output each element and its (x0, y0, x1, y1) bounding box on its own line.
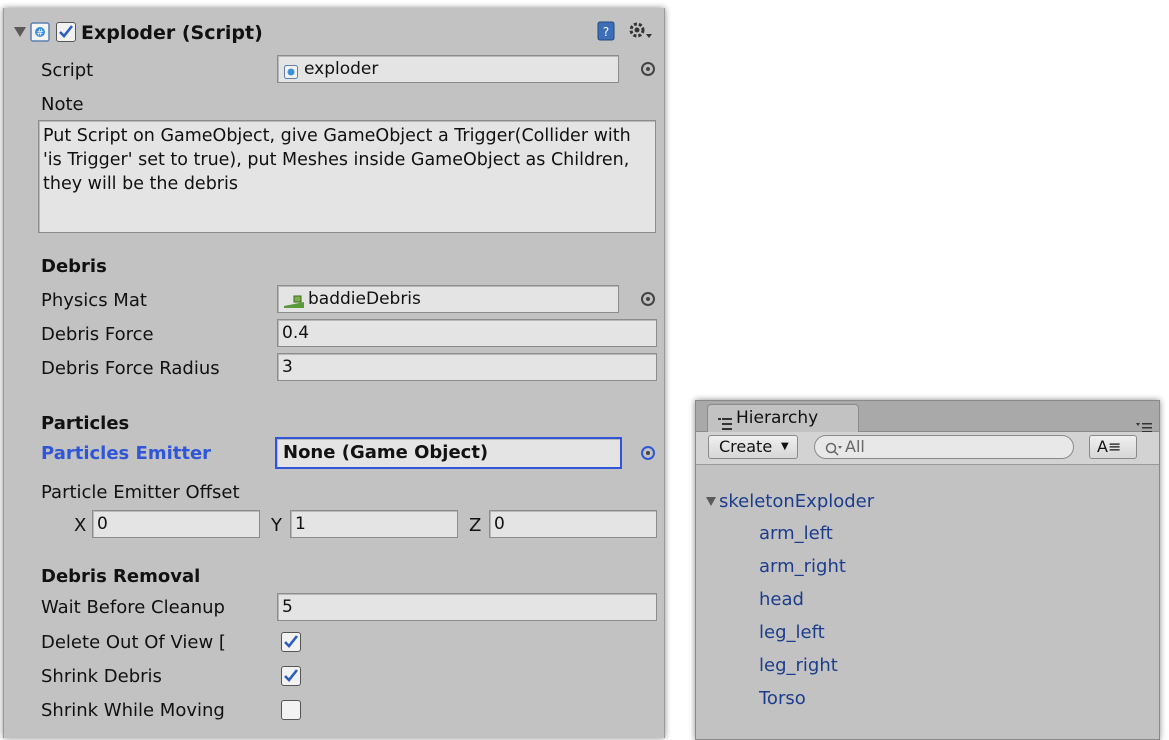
root-foldout-icon[interactable] (706, 497, 716, 506)
shrink-while-moving-label: Shrink While Moving (41, 700, 225, 721)
script-picker-icon[interactable] (641, 62, 655, 76)
script-file-icon (284, 61, 298, 79)
offset-x-label: X (74, 515, 87, 536)
component-enabled-checkbox[interactable] (56, 22, 76, 42)
script-label: Script (41, 60, 94, 81)
hierarchy-child-item[interactable]: arm_left (759, 523, 833, 545)
foldout-arrow-icon[interactable] (14, 27, 26, 37)
script-field[interactable]: exploder (277, 55, 619, 83)
particles-header: Particles (41, 413, 130, 434)
physics-mat-field[interactable]: baddieDebris (277, 285, 619, 313)
shrink-while-moving-checkbox[interactable] (281, 700, 301, 720)
search-input[interactable]: All (814, 435, 1074, 459)
offset-x-field[interactable]: 0 (92, 510, 260, 538)
offset-y-label: Y (271, 515, 282, 536)
hierarchy-root-item[interactable]: skeletonExploder (719, 491, 874, 513)
hierarchy-child-item[interactable]: leg_right (759, 655, 838, 677)
hierarchy-toolbar: Create ▼ All A≡ (696, 432, 1159, 465)
hierarchy-panel: Hierarchy Create ▼ All A≡ skeletonExplod… (695, 400, 1160, 740)
debris-force-field[interactable]: 0.4 (277, 319, 657, 347)
hierarchy-child-item[interactable]: head (759, 589, 804, 611)
search-icon (825, 440, 843, 456)
hierarchy-child-item[interactable]: arm_right (759, 556, 846, 578)
physics-mat-picker-icon[interactable] (641, 292, 655, 306)
note-textarea[interactable]: Put Script on GameObject, give GameObjec… (38, 120, 656, 233)
help-book-icon[interactable]: ? (596, 21, 616, 41)
offset-z-label: Z (469, 515, 482, 536)
hierarchy-list-icon (718, 412, 732, 430)
hierarchy-child-item[interactable]: leg_left (759, 622, 825, 644)
sort-alpha-icon: A≡ (1097, 437, 1122, 456)
offset-z-field[interactable]: 0 (489, 510, 657, 538)
gear-icon[interactable] (627, 20, 653, 42)
tab-hierarchy[interactable]: Hierarchy (707, 404, 859, 433)
shrink-debris-checkbox[interactable] (281, 666, 301, 686)
script-icon: # (30, 22, 50, 42)
debris-force-radius-label: Debris Force Radius (41, 358, 220, 379)
hierarchy-child-item[interactable]: Torso (759, 688, 806, 710)
hierarchy-tab-label: Hierarchy (736, 408, 819, 428)
particles-emitter-picker-icon[interactable] (641, 446, 655, 460)
offset-y-field[interactable]: 1 (290, 510, 458, 538)
search-placeholder: All (845, 437, 865, 456)
debris-force-radius-field[interactable]: 3 (277, 353, 657, 381)
wait-cleanup-field[interactable]: 5 (277, 593, 657, 621)
debris-force-label: Debris Force (41, 324, 154, 345)
delete-out-of-view-label: Delete Out Of View [ (41, 632, 226, 653)
hierarchy-tab-bar: Hierarchy (696, 401, 1159, 433)
wait-cleanup-label: Wait Before Cleanup (41, 597, 225, 618)
note-label: Note (41, 94, 84, 115)
debris-removal-header: Debris Removal (41, 566, 201, 587)
particles-emitter-field[interactable]: None (Game Object) (275, 437, 622, 469)
physics-mat-label: Physics Mat (41, 290, 147, 311)
delete-out-of-view-checkbox[interactable] (281, 632, 301, 652)
inspector-panel: # Exploder (Script) ? Script exploder No… (3, 8, 665, 738)
svg-text:?: ? (603, 25, 609, 39)
component-title: Exploder (Script) (81, 22, 263, 44)
physic-material-icon (283, 291, 305, 308)
script-value: exploder (304, 59, 379, 79)
particle-offset-label: Particle Emitter Offset (41, 482, 240, 503)
shrink-debris-label: Shrink Debris (41, 666, 162, 687)
create-dropdown-icon: ▼ (781, 441, 789, 452)
sort-button[interactable]: A≡ (1089, 435, 1137, 459)
debris-header: Debris (41, 256, 107, 277)
panel-menu-icon[interactable] (1136, 417, 1152, 432)
create-label: Create (719, 437, 773, 456)
create-button[interactable]: Create ▼ (708, 435, 798, 459)
physics-mat-value: baddieDebris (308, 289, 421, 309)
svg-text:#: # (36, 29, 44, 39)
particles-emitter-label: Particles Emitter (41, 443, 212, 464)
